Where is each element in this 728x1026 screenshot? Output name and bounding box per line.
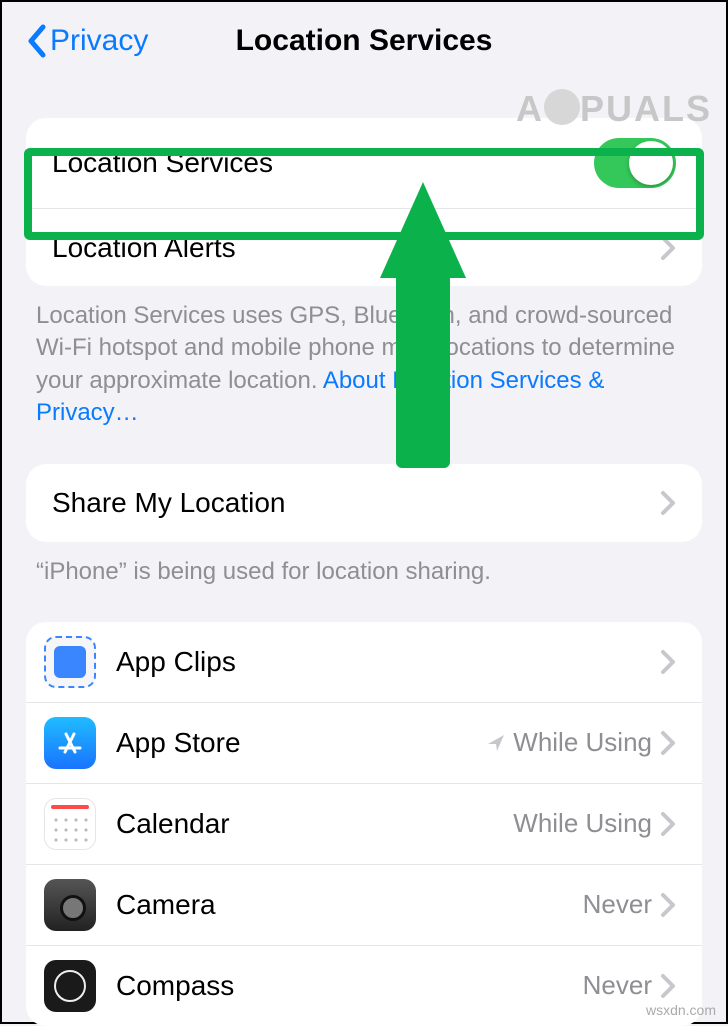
chevron-left-icon [26,24,48,58]
app-clips-icon [44,636,96,688]
chevron-right-icon [660,235,676,261]
share-my-location-label: Share My Location [52,487,660,519]
location-services-toggle[interactable] [594,138,676,188]
location-arrow-icon [485,732,507,754]
app-row-app-store[interactable]: App Store While Using [26,702,702,783]
app-name: App Clips [116,646,652,678]
camera-icon [44,879,96,931]
location-services-group: Location Services Location Alerts [26,118,702,286]
location-alerts-row[interactable]: Location Alerts [26,208,702,286]
share-location-footer: “iPhone” is being used for location shar… [2,542,726,588]
chevron-right-icon [660,811,676,837]
app-name: Compass [116,970,583,1002]
page-title: Location Services [236,24,493,58]
app-value: While Using [513,727,652,758]
compass-icon [44,960,96,1012]
app-value: While Using [513,808,652,839]
chevron-right-icon [660,892,676,918]
calendar-icon [44,798,96,850]
share-my-location-row[interactable]: Share My Location [26,464,702,542]
app-row-camera[interactable]: Camera Never [26,864,702,945]
app-row-calendar[interactable]: Calendar While Using [26,783,702,864]
location-alerts-label: Location Alerts [52,232,660,264]
app-value: Never [583,970,652,1001]
location-services-label: Location Services [52,147,594,179]
app-value: Never [583,889,652,920]
location-services-row[interactable]: Location Services [26,118,702,208]
app-name: Calendar [116,808,513,840]
app-name: Camera [116,889,583,921]
back-label: Privacy [50,24,148,58]
share-location-group: Share My Location [26,464,702,542]
chevron-right-icon [660,973,676,999]
apps-group: App Clips App Store While Using Calendar… [26,622,702,1026]
chevron-right-icon [660,490,676,516]
app-row-compass[interactable]: Compass Never [26,945,702,1026]
back-button[interactable]: Privacy [26,24,148,58]
app-row-app-clips[interactable]: App Clips [26,622,702,702]
watermark-source: wsxdn.com [646,1002,716,1018]
location-services-footer: Location Services uses GPS, Bluetooth, a… [2,286,726,430]
chevron-right-icon [660,649,676,675]
app-store-icon [44,717,96,769]
app-name: App Store [116,727,485,759]
chevron-right-icon [660,730,676,756]
nav-bar: Privacy Location Services [2,2,726,78]
